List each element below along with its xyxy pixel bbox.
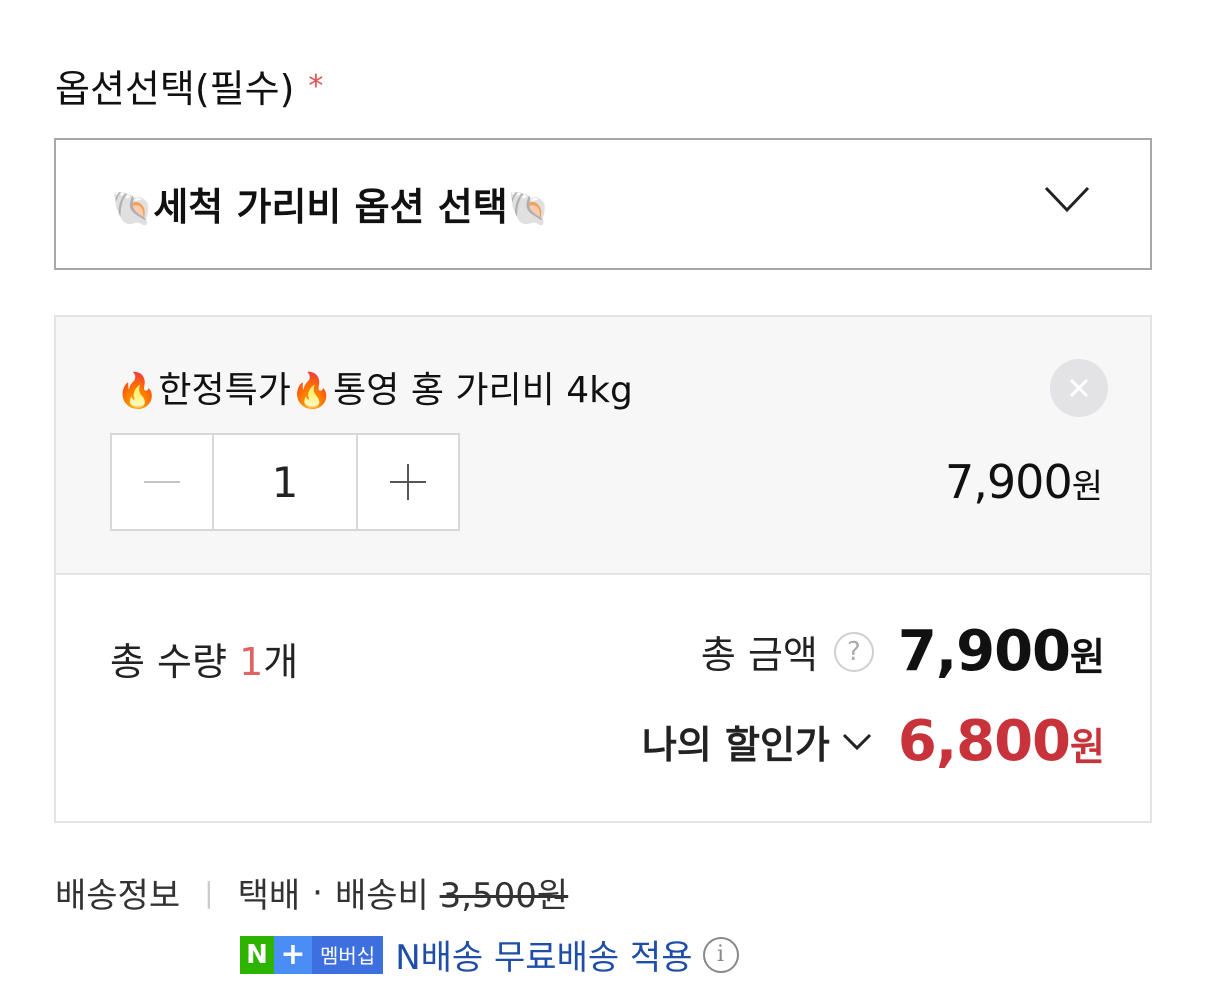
required-mark: * <box>308 69 324 104</box>
spiral-shell-icon: 🐚 <box>111 189 154 229</box>
discount-price-number: 6,800 <box>897 709 1071 774</box>
total-amount-label: 총 금액 <box>700 633 818 677</box>
divider: | <box>204 876 214 909</box>
membership-badge: 멤버십 <box>312 935 384 974</box>
discount-price-label: 나의 할인가 <box>641 723 830 767</box>
selected-option-name: 🔥한정특가🔥통영 홍 가리비 4kg <box>116 361 633 413</box>
item-price: 7,900원 <box>945 455 1103 509</box>
remove-option-button[interactable] <box>1050 359 1108 417</box>
separator-dot: · <box>312 872 323 913</box>
free-shipping-text: N배송 무료배송 적용 <box>395 938 693 978</box>
shipping-info: 배송정보 | 택배 · 배송비 3,500원 <box>55 868 568 917</box>
help-icon[interactable]: ? <box>833 631 874 672</box>
shipping-fee-value: 3,500원 <box>439 876 569 916</box>
total-quantity: 총 수량 1개 <box>110 631 298 686</box>
item-name-part1: 한정특가 <box>158 370 291 411</box>
total-quantity-label: 총 수량 <box>110 640 227 684</box>
option-select-label: 세척 가리비 옵션 선택 <box>153 185 508 229</box>
decrease-quantity-button[interactable] <box>112 435 214 529</box>
option-section-title: 옵션선택(필수) * <box>55 58 323 113</box>
total-quantity-unit: 개 <box>263 640 299 684</box>
shipping-fee-label: 배송비 <box>334 876 429 916</box>
order-summary: 총 수량 1개 총 금액 ? 7,900원 나의 할인가 6,800원 <box>54 573 1152 823</box>
discount-price-value: 6,800원 <box>897 709 1105 774</box>
option-select-value: 🐚세척 가리비 옵션 선택🐚 <box>111 176 550 231</box>
total-amount-value: 7,900원 <box>897 619 1105 684</box>
total-amount-currency: 원 <box>1070 635 1105 679</box>
discount-price-row[interactable]: 나의 할인가 6,800원 <box>641 709 1105 774</box>
selected-option-item: 🔥한정특가🔥통영 홍 가리비 4kg 1 7,900원 <box>54 315 1152 575</box>
naver-n-badge: N <box>240 935 274 974</box>
info-icon[interactable]: i <box>702 936 739 973</box>
increase-quantity-button[interactable] <box>358 435 458 529</box>
close-icon <box>1069 378 1089 398</box>
item-price-currency: 원 <box>1071 467 1103 507</box>
fire-icon: 🔥 <box>116 371 159 411</box>
membership-free-shipping: N + 멤버십 N배송 무료배송 적용 i <box>240 930 739 979</box>
minus-icon <box>144 481 180 483</box>
chevron-down-icon <box>1044 186 1090 213</box>
total-amount-number: 7,900 <box>897 619 1071 684</box>
option-title-label: 옵션선택(필수) <box>55 67 295 111</box>
total-quantity-value: 1 <box>239 640 264 684</box>
option-select-dropdown[interactable]: 🐚세척 가리비 옵션 선택🐚 <box>54 138 1152 270</box>
quantity-stepper: 1 <box>110 433 460 531</box>
discount-price-currency: 원 <box>1070 725 1105 769</box>
item-name-part2: 통영 홍 가리비 4kg <box>333 370 633 411</box>
spiral-shell-icon: 🐚 <box>507 189 551 229</box>
plus-icon <box>390 464 426 500</box>
quantity-input[interactable]: 1 <box>214 435 358 529</box>
fire-icon: 🔥 <box>290 371 334 411</box>
item-price-value: 7,900 <box>945 455 1073 509</box>
chevron-down-icon <box>842 733 871 750</box>
shipping-method: 택배 <box>237 876 301 916</box>
shipping-label: 배송정보 <box>55 876 181 916</box>
plus-badge: + <box>274 935 312 974</box>
total-amount: 총 금액 ? 7,900원 <box>700 619 1105 684</box>
